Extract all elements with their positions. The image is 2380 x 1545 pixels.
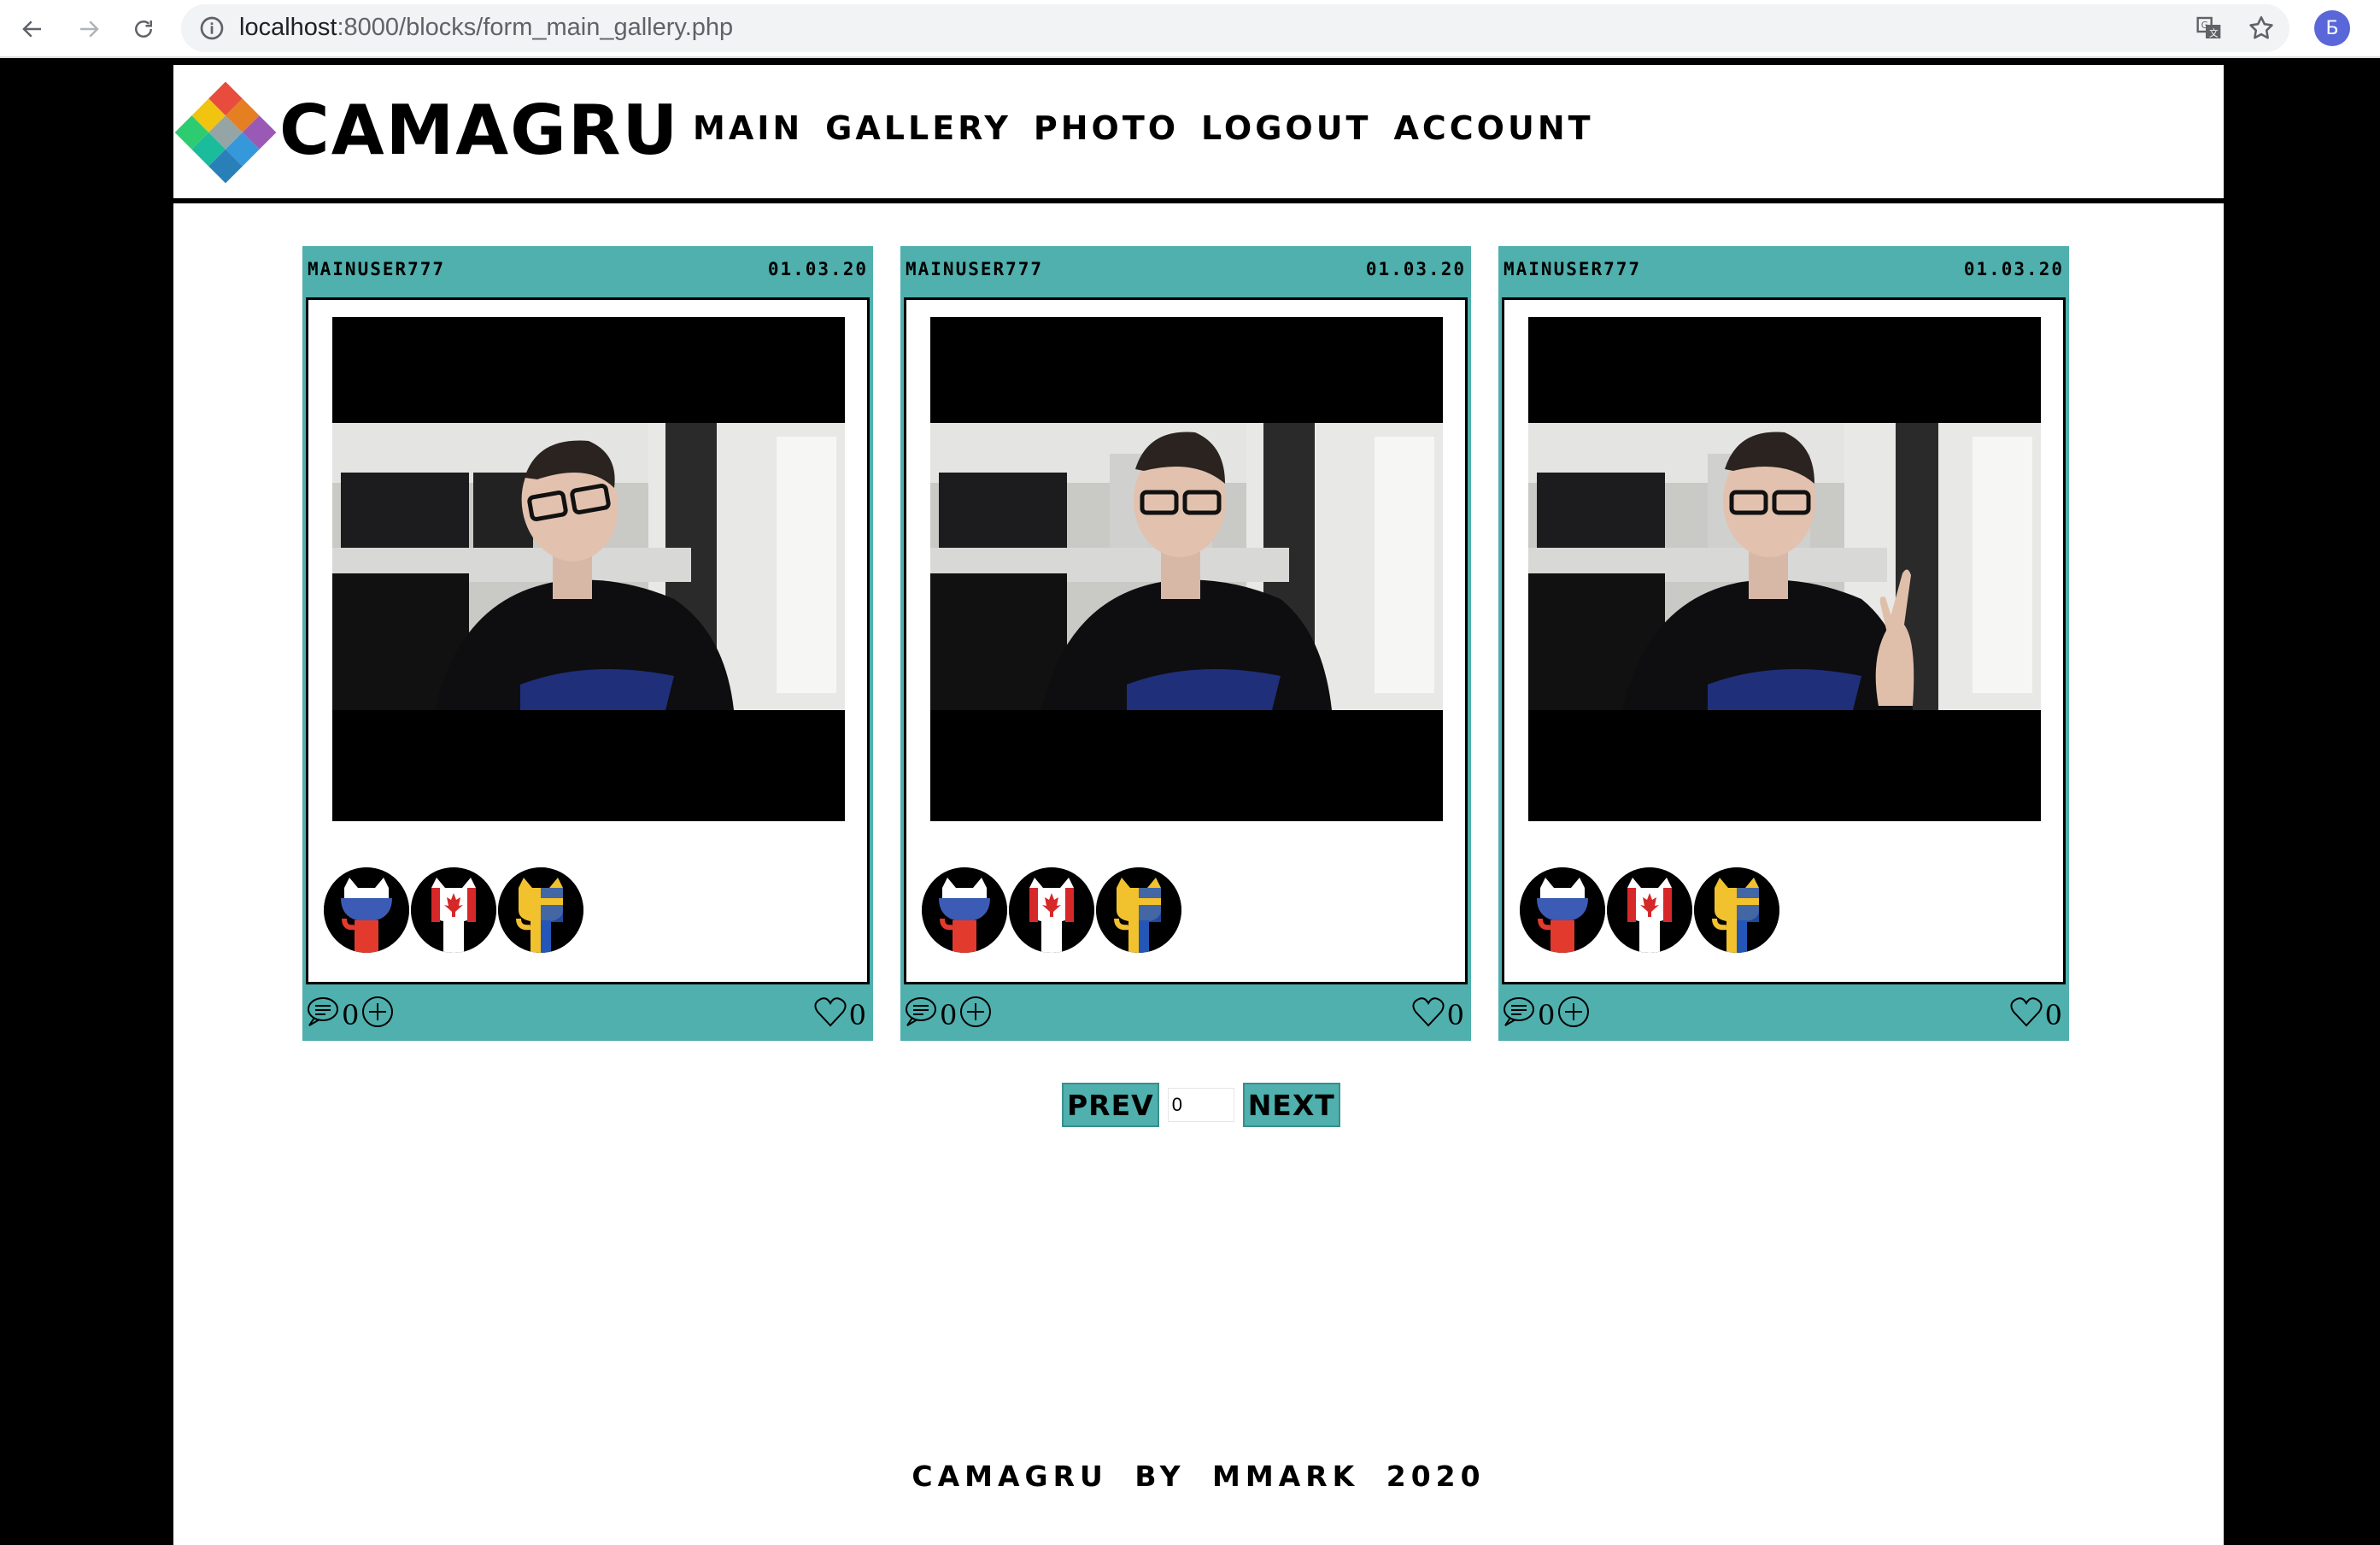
card-footer: 0 0: [900, 988, 1471, 1041]
comment-icon[interactable]: [306, 995, 340, 1029]
svg-text:文: 文: [2209, 27, 2219, 38]
card-date: 01.03.20: [767, 259, 868, 279]
card-username[interactable]: MAINUSER777: [1504, 259, 1641, 279]
card-header: MAINUSER777 01.03.20: [308, 259, 868, 285]
octocat-canada-sticker[interactable]: [1009, 867, 1094, 953]
page: CAMAGRU MAIN GALLERY PHOTO LOGOUT ACCOUN…: [173, 65, 2224, 1545]
gallery-card: MAINUSER777 01.03.20 0 0: [1498, 246, 2069, 1041]
nav-gallery[interactable]: GALLERY: [825, 109, 1011, 147]
add-comment-icon[interactable]: [1556, 995, 1591, 1029]
profile-initial: Б: [2325, 17, 2339, 39]
site-logo-text[interactable]: CAMAGRU: [279, 91, 679, 170]
sticker-row: [1520, 867, 1779, 953]
site-header: CAMAGRU MAIN GALLERY PHOTO LOGOUT ACCOUN…: [173, 65, 2224, 203]
forward-arrow-icon: [80, 21, 99, 38]
heart-icon[interactable]: [1411, 995, 1445, 1029]
address-bar[interactable]: localhost:8000/blocks/form_main_gallery.…: [181, 4, 2289, 52]
site-footer: CAMAGRU BY MMARK 2020: [912, 1460, 1486, 1493]
octocat-ukraine-sticker[interactable]: [498, 867, 583, 953]
octocat-russia-sticker[interactable]: [922, 867, 1007, 953]
card-body: [306, 297, 870, 984]
gallery-photo[interactable]: [930, 317, 1443, 821]
camagru-logo-icon[interactable]: [175, 82, 276, 183]
back-arrow-icon: [22, 21, 41, 38]
nav-account[interactable]: ACCOUNT: [1393, 109, 1593, 147]
like-count: 0: [2044, 999, 2062, 1031]
heart-icon[interactable]: [813, 995, 847, 1029]
url-path: :8000/blocks/form_main_gallery.php: [337, 14, 734, 41]
comment-count: 0: [1538, 999, 1556, 1031]
card-likes: 0: [813, 995, 868, 1029]
webcam-photo-image: [332, 317, 845, 821]
like-count: 0: [1446, 999, 1464, 1031]
nav-photo[interactable]: PHOTO: [1034, 109, 1179, 147]
sticker-row: [922, 867, 1181, 953]
reload-icon: [135, 21, 152, 38]
card-actions: 0: [306, 995, 395, 1029]
nav-main[interactable]: MAIN: [693, 109, 803, 147]
reload-button[interactable]: [123, 9, 164, 50]
card-date: 01.03.20: [1365, 259, 1466, 279]
webcam-photo-image: [930, 317, 1443, 821]
octocat-ukraine-sticker[interactable]: [1694, 867, 1779, 953]
card-date: 01.03.20: [1963, 259, 2064, 279]
card-actions: 0: [1502, 995, 1591, 1029]
comment-icon[interactable]: [1502, 995, 1536, 1029]
gallery-photo[interactable]: [1528, 317, 2041, 821]
card-header: MAINUSER777 01.03.20: [906, 259, 1466, 285]
bookmark-star-icon[interactable]: [2247, 14, 2276, 43]
next-button[interactable]: NEXT: [1242, 1083, 1340, 1127]
card-header: MAINUSER777 01.03.20: [1504, 259, 2064, 285]
card-username[interactable]: MAINUSER777: [308, 259, 445, 279]
svg-text:G: G: [2201, 20, 2208, 31]
prev-button[interactable]: PREV: [1062, 1083, 1159, 1127]
add-comment-icon[interactable]: [361, 995, 395, 1029]
url-host: localhost: [239, 14, 337, 41]
url-text[interactable]: localhost:8000/blocks/form_main_gallery.…: [239, 14, 733, 42]
comment-count: 0: [940, 999, 958, 1031]
translate-icon[interactable]: G文: [2195, 15, 2223, 42]
main-nav: MAIN GALLERY PHOTO LOGOUT ACCOUNT: [693, 109, 1594, 147]
nav-logout[interactable]: LOGOUT: [1201, 109, 1371, 147]
forward-button[interactable]: [68, 9, 109, 50]
back-button[interactable]: [12, 9, 53, 50]
gallery-photo[interactable]: [332, 317, 845, 821]
card-username[interactable]: MAINUSER777: [906, 259, 1043, 279]
card-body: [1502, 297, 2066, 984]
card-footer: 0 0: [302, 988, 873, 1041]
like-count: 0: [848, 999, 866, 1031]
heart-icon[interactable]: [2009, 995, 2043, 1029]
comment-icon[interactable]: [904, 995, 938, 1029]
card-actions: 0: [904, 995, 993, 1029]
card-likes: 0: [2009, 995, 2064, 1029]
octocat-canada-sticker[interactable]: [411, 867, 496, 953]
browser-toolbar: localhost:8000/blocks/form_main_gallery.…: [0, 0, 2380, 58]
comment-count: 0: [342, 999, 360, 1031]
page-number-input[interactable]: [1167, 1088, 1234, 1122]
info-icon[interactable]: [198, 15, 226, 42]
card-likes: 0: [1411, 995, 1466, 1029]
gallery-card: MAINUSER777 01.03.20 0 0: [900, 246, 1471, 1041]
gallery-card: MAINUSER777 01.03.20 0 0: [302, 246, 873, 1041]
octocat-russia-sticker[interactable]: [324, 867, 409, 953]
octocat-ukraine-sticker[interactable]: [1096, 867, 1181, 953]
card-body: [904, 297, 1468, 984]
octocat-canada-sticker[interactable]: [1607, 867, 1692, 953]
octocat-russia-sticker[interactable]: [1520, 867, 1605, 953]
pagination: PREV NEXT: [1062, 1083, 1340, 1127]
webcam-photo-image: [1528, 317, 2041, 821]
sticker-row: [324, 867, 583, 953]
add-comment-icon[interactable]: [958, 995, 993, 1029]
profile-avatar[interactable]: Б: [2314, 10, 2350, 46]
card-footer: 0 0: [1498, 988, 2069, 1041]
